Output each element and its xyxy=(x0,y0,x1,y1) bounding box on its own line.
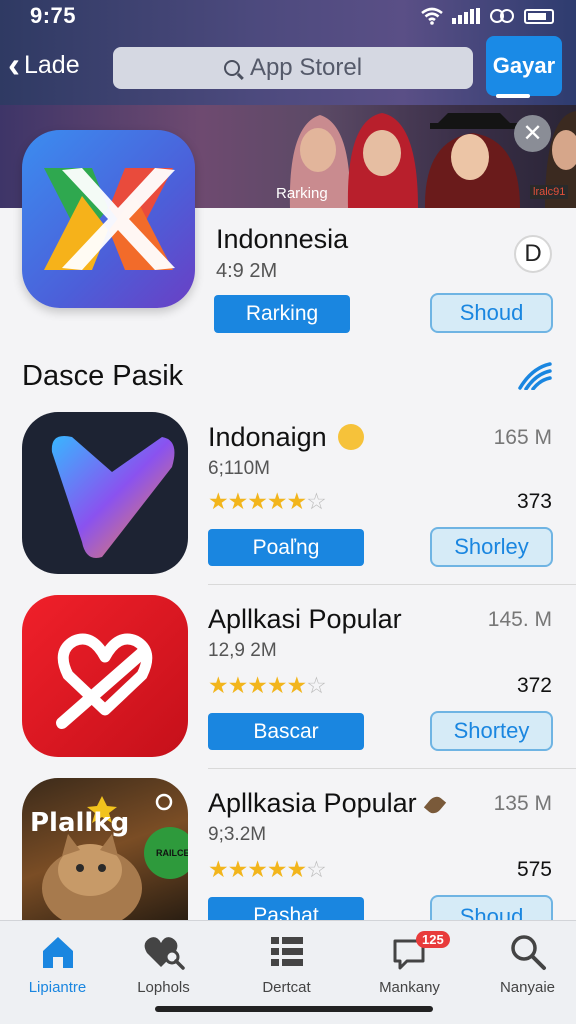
action-button[interactable]: Gayar xyxy=(486,36,562,96)
app-size-2: 145. M xyxy=(487,608,552,631)
heart-logo-icon xyxy=(51,436,175,558)
tab-label-search: Nanyaie xyxy=(499,979,556,996)
app-icon-1[interactable] xyxy=(22,412,188,574)
home-indicator xyxy=(155,1006,433,1012)
tab-label-favorites: Lophols xyxy=(137,979,190,996)
app-icon-3-badge: RAILCE xyxy=(156,848,188,858)
app-secondary-button-2[interactable]: Shortey xyxy=(430,711,553,751)
featured-app-title: Indonnesia xyxy=(216,224,349,254)
tab-label-messages: Mankany xyxy=(379,979,440,996)
search-icon xyxy=(510,935,546,970)
cross-logo-icon xyxy=(44,168,175,270)
close-icon: ✕ xyxy=(522,120,543,147)
tab-list[interactable]: Dertcat xyxy=(229,921,344,1011)
heart-search-icon xyxy=(144,937,185,970)
wave-icon[interactable] xyxy=(518,362,552,390)
app-size-3: 135 M xyxy=(493,792,552,815)
app-secondary-button-3[interactable]: Shoud xyxy=(430,895,553,920)
close-banner-button[interactable]: ✕ xyxy=(514,115,551,152)
tab-label-list: Dertcat xyxy=(262,979,311,996)
nav-bar: ‹ Lade App Storel Gayar xyxy=(0,36,576,100)
status-icons xyxy=(420,7,554,25)
rating-stars-2: ★★★★★☆ xyxy=(208,672,327,698)
leaf-icon xyxy=(423,793,447,817)
tab-label-home: Lipiantre xyxy=(28,979,87,996)
status-bar: 9:75 xyxy=(30,3,554,28)
app-icon-3[interactable]: Plallkg RAILCE xyxy=(22,778,188,920)
app-count-2: 372 xyxy=(516,674,552,697)
battery-icon xyxy=(524,8,554,24)
list-icon xyxy=(270,937,303,966)
banner-tag: lralc91 xyxy=(530,185,569,199)
wifi-icon xyxy=(421,7,443,25)
featured-app-subtitle: 4:9 2M xyxy=(216,260,278,282)
sync-icon xyxy=(490,9,514,23)
app-icon-2[interactable] xyxy=(22,595,188,757)
top-header: 9:75 ‹ Lade App Storel Gayar xyxy=(0,0,576,105)
tab-home[interactable]: Lipiantre xyxy=(0,921,115,1011)
app-primary-button-2[interactable]: Bascar xyxy=(208,713,364,750)
app-downloads-1: 6;110M xyxy=(208,458,270,479)
search-placeholder: App Storel xyxy=(249,54,363,81)
status-time: 9:75 xyxy=(30,3,77,28)
featured-secondary-button[interactable]: Shoud xyxy=(430,293,553,333)
signal-icon xyxy=(452,8,480,24)
section-title: Dasce Pasik xyxy=(22,360,184,392)
app-primary-button-1[interactable]: Poaľng xyxy=(208,529,364,566)
row-divider xyxy=(208,768,576,769)
tab-badge: 125 xyxy=(416,931,450,948)
app-secondary-button-1[interactable]: Shorley xyxy=(430,527,553,567)
app-downloads-2: 12,9 2M xyxy=(208,640,277,661)
app-count-1: 373 xyxy=(516,490,552,513)
back-button[interactable]: ‹ Lade xyxy=(8,44,80,85)
app-name-1: Indonaign xyxy=(208,422,365,453)
banner-label: Rarking xyxy=(276,185,328,202)
app-downloads-3: 9;3.2M xyxy=(208,824,267,845)
featured-app-badge[interactable]: D xyxy=(514,235,552,273)
rating-stars-3: ★★★★★☆ xyxy=(208,856,327,882)
back-label: Lade xyxy=(24,50,80,79)
app-primary-button-3[interactable]: Pashat xyxy=(208,897,364,920)
app-size-1: 165 M xyxy=(493,426,552,449)
app-name-2: Apllkasi Popular xyxy=(208,604,402,634)
app-count-3: 575 xyxy=(516,858,552,881)
search-field[interactable]: App Storel xyxy=(113,47,473,89)
tab-search[interactable]: Nanyaie xyxy=(470,921,576,1011)
chevron-left-icon: ‹ xyxy=(8,44,20,85)
heart-outline-logo-icon xyxy=(56,633,153,729)
row-divider xyxy=(208,584,576,585)
featured-app-icon[interactable] xyxy=(22,130,195,308)
emoji-icon xyxy=(338,424,365,450)
app-name-3: Apllkasia Popular xyxy=(208,788,447,819)
tab-messages[interactable]: 125 Mankany xyxy=(352,921,467,1011)
rating-stars-1: ★★★★★☆ xyxy=(208,488,327,514)
action-indicator xyxy=(496,94,530,98)
tab-favorites[interactable]: Lophols xyxy=(106,921,221,1011)
search-icon xyxy=(223,60,240,76)
home-icon xyxy=(42,937,73,968)
featured-primary-button[interactable]: Rarking xyxy=(214,295,350,333)
app-icon-3-text: Plallkg xyxy=(30,808,130,838)
